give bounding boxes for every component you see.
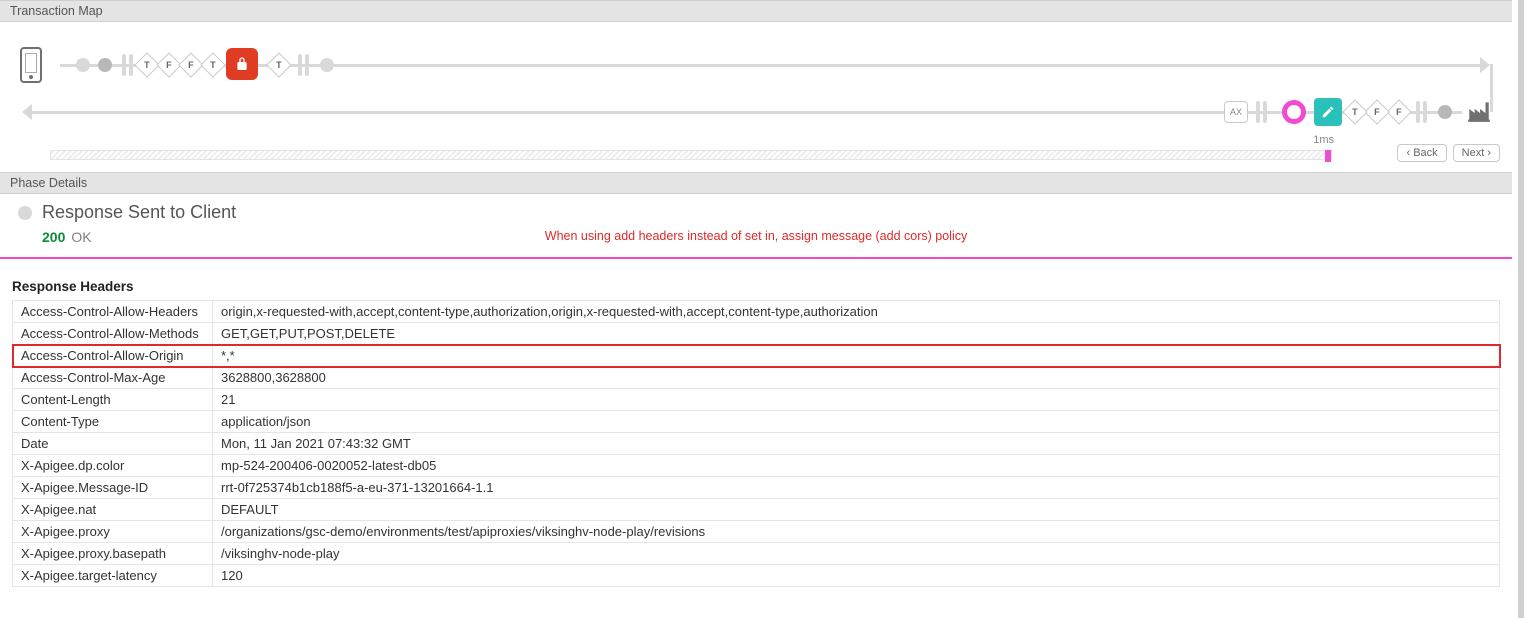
security-policy-icon[interactable] (226, 48, 258, 80)
header-value: /organizations/gsc-demo/environments/tes… (213, 521, 1500, 543)
header-name: X-Apigee.proxy.basepath (13, 543, 213, 565)
header-value: 3628800,3628800 (213, 367, 1500, 389)
arrow-right-icon (1480, 57, 1490, 73)
condition-diamond[interactable]: T (266, 52, 292, 78)
table-row: Access-Control-Allow-Headersorigin,x-req… (13, 301, 1500, 323)
flow-bars-icon[interactable] (290, 52, 316, 78)
table-row: Access-Control-Max-Age3628800,3628800 (13, 367, 1500, 389)
header-name: X-Apigee.dp.color (13, 455, 213, 477)
analytics-policy-icon[interactable]: AX (1224, 101, 1248, 123)
header-value: 120 (213, 565, 1500, 587)
response-headers-table: Access-Control-Allow-Headersorigin,x-req… (12, 300, 1500, 587)
transaction-map: T F F T T (0, 22, 1512, 172)
timing-bar[interactable] (50, 150, 1332, 160)
transaction-map-header: Transaction Map (0, 0, 1512, 22)
header-name: Access-Control-Allow-Origin (13, 345, 213, 367)
table-row: Content-Length21 (13, 389, 1500, 411)
timing-label: 1ms (1313, 134, 1334, 146)
response-headers-title: Response Headers (12, 279, 1500, 294)
table-row: DateMon, 11 Jan 2021 07:43:32 GMT (13, 433, 1500, 455)
header-value: Mon, 11 Jan 2021 07:43:32 GMT (213, 433, 1500, 455)
arrow-left-icon (22, 104, 32, 120)
table-row: X-Apigee.natDEFAULT (13, 499, 1500, 521)
target-icon (1466, 100, 1492, 122)
header-name: Access-Control-Allow-Methods (13, 323, 213, 345)
header-name: Access-Control-Allow-Headers (13, 301, 213, 323)
header-name: X-Apigee.proxy (13, 521, 213, 543)
flow-bars-icon[interactable] (1248, 99, 1274, 125)
trace-panel: Transaction Map T F F T (0, 0, 1524, 618)
header-name: X-Apigee.target-latency (13, 565, 213, 587)
header-name: X-Apigee.Message-ID (13, 477, 213, 499)
table-row: Access-Control-Allow-MethodsGET,GET,PUT,… (13, 323, 1500, 345)
table-row: X-Apigee.Message-IDrrt-0f725374b1cb188f5… (13, 477, 1500, 499)
selected-step-icon[interactable] (1282, 100, 1306, 124)
header-name: Access-Control-Max-Age (13, 367, 213, 389)
header-name: Date (13, 433, 213, 455)
header-value: rrt-0f725374b1cb188f5-a-eu-371-13201664-… (213, 477, 1500, 499)
table-row: X-Apigee.target-latency120 (13, 565, 1500, 587)
back-button[interactable]: ‹ Back (1397, 144, 1446, 162)
response-flow: F F T AX (20, 94, 1492, 130)
header-value: *,* (213, 345, 1500, 367)
separator (0, 257, 1512, 259)
phase-details-header: Phase Details (0, 172, 1512, 194)
condition-diamond[interactable]: T (200, 52, 226, 78)
header-value: GET,GET,PUT,POST,DELETE (213, 323, 1500, 345)
assign-message-policy-icon[interactable] (1314, 98, 1342, 126)
phase-dot-icon (18, 206, 32, 220)
table-row: Content-Typeapplication/json (13, 411, 1500, 433)
phase-details: Response Sent to Client 200 OK When usin… (0, 194, 1512, 259)
next-button[interactable]: Next › (1453, 144, 1500, 162)
flow-dot[interactable] (1432, 99, 1458, 125)
table-row: Access-Control-Allow-Origin*,* (13, 345, 1500, 367)
header-name: X-Apigee.nat (13, 499, 213, 521)
request-flow: T F F T T (20, 47, 1492, 83)
client-icon (20, 47, 42, 83)
header-value: /viksinghv-node-play (213, 543, 1500, 565)
header-name: Content-Length (13, 389, 213, 411)
table-row: X-Apigee.dp.colormp-524-200406-0020052-l… (13, 455, 1500, 477)
phase-title: Response Sent to Client (42, 202, 236, 223)
response-headers-section: Response Headers Access-Control-Allow-He… (0, 259, 1512, 595)
flow-dot[interactable] (314, 52, 340, 78)
table-row: X-Apigee.proxy.basepath/viksinghv-node-p… (13, 543, 1500, 565)
header-value: mp-524-200406-0020052-latest-db05 (213, 455, 1500, 477)
cors-warning-text: When using add headers instead of set in… (0, 229, 1512, 243)
table-row: X-Apigee.proxy/organizations/gsc-demo/en… (13, 521, 1500, 543)
header-value: 21 (213, 389, 1500, 411)
header-value: application/json (213, 411, 1500, 433)
header-value: DEFAULT (213, 499, 1500, 521)
header-name: Content-Type (13, 411, 213, 433)
condition-diamond[interactable]: T (1342, 99, 1368, 125)
timing-marker (1325, 150, 1331, 162)
header-value: origin,x-requested-with,accept,content-t… (213, 301, 1500, 323)
